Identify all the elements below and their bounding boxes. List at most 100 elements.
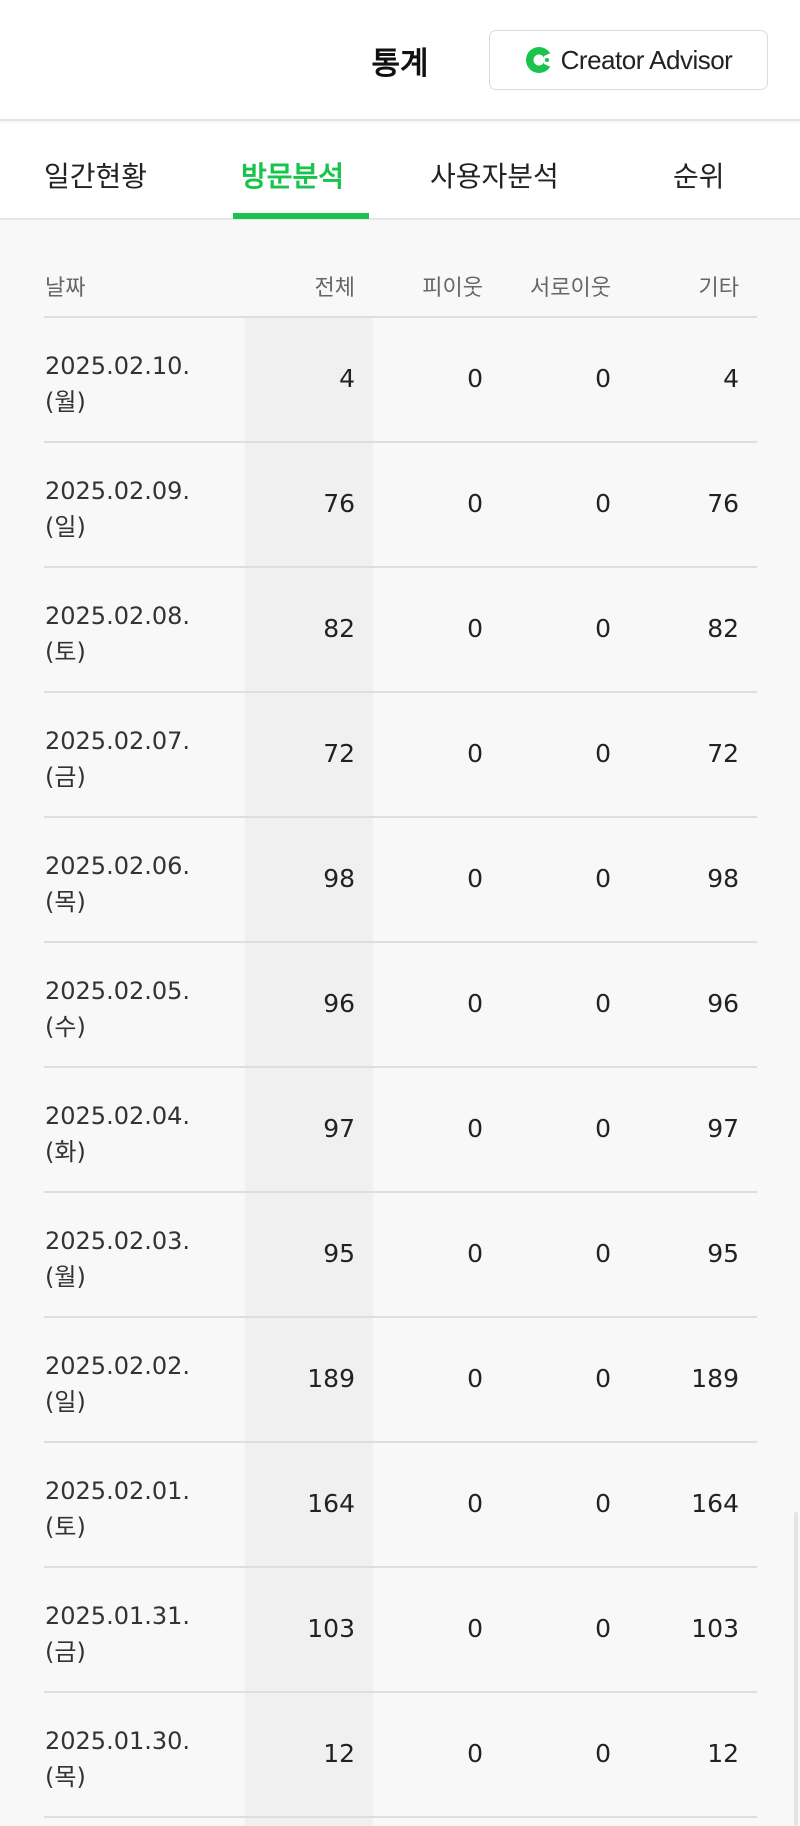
neighbor-value: 0 bbox=[467, 364, 483, 393]
tab-daily-status[interactable]: 일간현황 bbox=[44, 155, 147, 195]
total-value: 76 bbox=[323, 489, 355, 518]
weekday-text: (월) bbox=[45, 1263, 86, 1291]
total-value: 95 bbox=[323, 1239, 355, 1268]
row-date: 2025.02.09. (일) bbox=[45, 473, 190, 545]
table-row: 2025.02.01. (토) 164 0 0 164 bbox=[0, 1443, 800, 1568]
total-value: 189 bbox=[307, 1364, 355, 1393]
tab-user-analysis[interactable]: 사용자분석 bbox=[430, 155, 559, 195]
row-date: 2025.02.07. (금) bbox=[45, 723, 190, 795]
weekday-text: (월) bbox=[45, 388, 86, 416]
table-row: 2025.01.30. (목) 12 0 0 12 bbox=[0, 1693, 800, 1818]
other-value: 82 bbox=[707, 614, 739, 643]
date-text: 2025.02.05. bbox=[45, 977, 191, 1005]
total-value: 164 bbox=[307, 1489, 355, 1518]
total-value: 82 bbox=[323, 614, 355, 643]
column-header-date: 날짜 bbox=[45, 276, 86, 301]
table-row: 2025.02.04. (화) 97 0 0 97 bbox=[0, 1068, 800, 1193]
mutual-neighbor-value: 0 bbox=[595, 989, 611, 1018]
date-text: 2025.02.06. bbox=[45, 852, 191, 880]
date-text: 2025.02.01. bbox=[45, 1477, 191, 1505]
date-text: 2025.02.03. bbox=[45, 1227, 191, 1255]
total-value: 98 bbox=[323, 864, 355, 893]
mutual-neighbor-value: 0 bbox=[595, 739, 611, 768]
date-text: 2025.01.30. bbox=[45, 1727, 191, 1755]
scrollbar[interactable] bbox=[794, 1512, 798, 1826]
row-date: 2025.02.08. (토) bbox=[45, 598, 190, 670]
table-row: 2025.02.10. (월) 4 0 0 4 bbox=[0, 318, 800, 443]
other-value: 103 bbox=[691, 1614, 739, 1643]
neighbor-value: 0 bbox=[467, 1364, 483, 1393]
other-value: 97 bbox=[707, 1114, 739, 1143]
other-value: 189 bbox=[691, 1364, 739, 1393]
table-row: 2025.02.05. (수) 96 0 0 96 bbox=[0, 943, 800, 1068]
row-date: 2025.02.02. (일) bbox=[45, 1348, 190, 1420]
table-row: 2025.02.03. (월) 95 0 0 95 bbox=[0, 1193, 800, 1318]
total-value: 103 bbox=[307, 1614, 355, 1643]
mutual-neighbor-value: 0 bbox=[595, 489, 611, 518]
table-row: 2025.02.07. (금) 72 0 0 72 bbox=[0, 693, 800, 818]
mutual-neighbor-value: 0 bbox=[595, 1739, 611, 1768]
weekday-text: (목) bbox=[45, 1763, 86, 1791]
weekday-text: (수) bbox=[45, 1013, 86, 1041]
neighbor-value: 0 bbox=[467, 1239, 483, 1268]
tab-visit-analysis[interactable]: 방문분석 bbox=[241, 155, 344, 195]
total-value: 72 bbox=[323, 739, 355, 768]
other-value: 96 bbox=[707, 989, 739, 1018]
column-header-neighbor: 피이웃 bbox=[422, 276, 483, 301]
row-date: 2025.02.03. (월) bbox=[45, 1223, 190, 1295]
table-row: 2025.02.02. (일) 189 0 0 189 bbox=[0, 1318, 800, 1443]
row-date: 2025.02.01. (토) bbox=[45, 1473, 190, 1545]
weekday-text: (일) bbox=[45, 1388, 86, 1416]
weekday-text: (목) bbox=[45, 888, 86, 916]
row-date: 2025.02.05. (수) bbox=[45, 973, 190, 1045]
tab-ranking[interactable]: 순위 bbox=[673, 155, 725, 195]
mutual-neighbor-value: 0 bbox=[595, 864, 611, 893]
column-header-mutual-neighbor: 서로이웃 bbox=[530, 276, 611, 301]
total-value: 4 bbox=[339, 364, 355, 393]
row-date: 2025.02.04. (화) bbox=[45, 1098, 190, 1170]
other-value: 98 bbox=[707, 864, 739, 893]
total-value: 97 bbox=[323, 1114, 355, 1143]
neighbor-value: 0 bbox=[467, 489, 483, 518]
date-text: 2025.02.02. bbox=[45, 1352, 191, 1380]
table-row: 2025.01.31. (금) 103 0 0 103 bbox=[0, 1568, 800, 1693]
date-text: 2025.02.07. bbox=[45, 727, 191, 755]
neighbor-value: 0 bbox=[467, 1739, 483, 1768]
other-value: 72 bbox=[707, 739, 739, 768]
row-date: 2025.01.31. (금) bbox=[45, 1598, 190, 1670]
mutual-neighbor-value: 0 bbox=[595, 1239, 611, 1268]
mutual-neighbor-value: 0 bbox=[595, 1489, 611, 1518]
creator-advisor-label: Creator Advisor bbox=[560, 44, 733, 75]
mutual-neighbor-value: 0 bbox=[595, 1364, 611, 1393]
table-row: 2025.02.09. (일) 76 0 0 76 bbox=[0, 443, 800, 568]
mutual-neighbor-value: 0 bbox=[595, 614, 611, 643]
creator-advisor-logo-icon bbox=[525, 47, 553, 73]
neighbor-value: 0 bbox=[467, 1614, 483, 1643]
active-tab-indicator bbox=[233, 213, 369, 219]
weekday-text: (금) bbox=[45, 763, 86, 791]
other-value: 95 bbox=[707, 1239, 739, 1268]
top-bar: 통계 Creator Advisor bbox=[0, 0, 800, 121]
table-row: 2025.02.06. (목) 98 0 0 98 bbox=[0, 818, 800, 943]
weekday-text: (금) bbox=[45, 1638, 86, 1666]
weekday-text: (토) bbox=[45, 638, 86, 666]
weekday-text: (토) bbox=[45, 1513, 86, 1541]
neighbor-value: 0 bbox=[467, 1114, 483, 1143]
date-text: 2025.02.04. bbox=[45, 1102, 191, 1130]
neighbor-value: 0 bbox=[467, 989, 483, 1018]
total-value: 12 bbox=[323, 1739, 355, 1768]
mutual-neighbor-value: 0 bbox=[595, 364, 611, 393]
row-divider bbox=[44, 1816, 757, 1818]
other-value: 164 bbox=[691, 1489, 739, 1518]
tab-bar: 일간현황 방문분석 사용자분석 순위 bbox=[0, 123, 800, 220]
row-date: 2025.01.30. (목) bbox=[45, 1723, 190, 1795]
other-value: 12 bbox=[707, 1739, 739, 1768]
neighbor-value: 0 bbox=[467, 614, 483, 643]
weekday-text: (일) bbox=[45, 513, 86, 541]
total-value: 96 bbox=[323, 989, 355, 1018]
creator-advisor-button[interactable]: Creator Advisor bbox=[489, 30, 768, 90]
neighbor-value: 0 bbox=[467, 864, 483, 893]
column-header-total: 전체 bbox=[314, 276, 355, 301]
neighbor-value: 0 bbox=[467, 1489, 483, 1518]
column-header-other: 기타 bbox=[698, 276, 739, 301]
